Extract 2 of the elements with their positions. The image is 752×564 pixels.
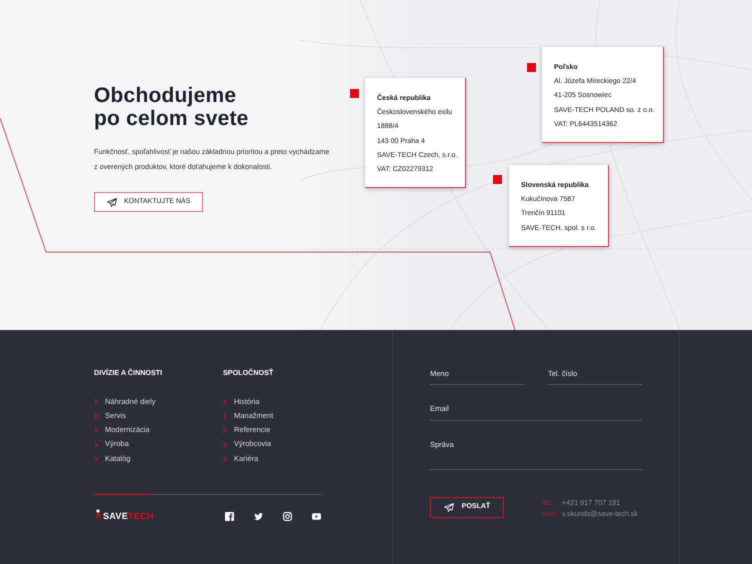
- logo-text: SAVETECH: [103, 510, 154, 524]
- page-heading: Obchodujeme po celom svete: [94, 84, 250, 130]
